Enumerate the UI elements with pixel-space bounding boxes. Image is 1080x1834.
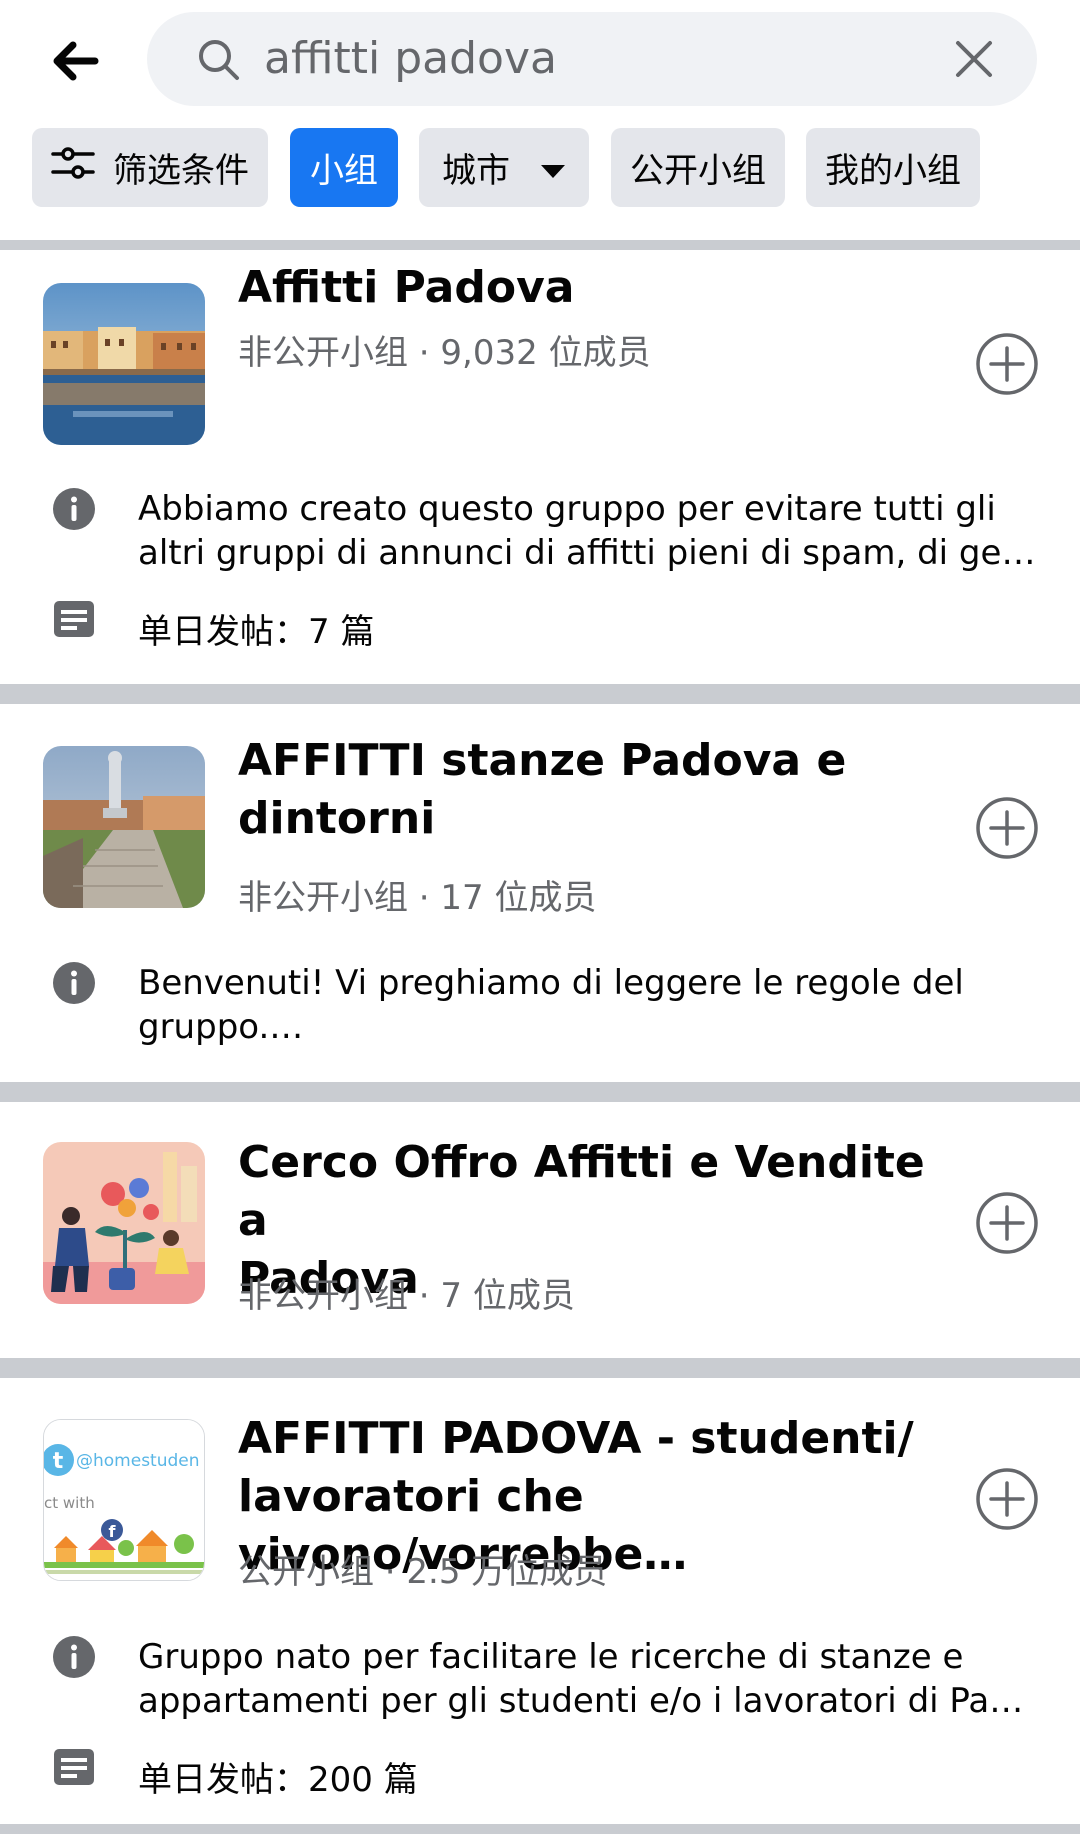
chip-city-label: 城市 xyxy=(442,151,510,191)
chip-my-groups[interactable]: 我的小组 xyxy=(806,128,980,207)
thumb-text: @homestuden xyxy=(76,1451,200,1471)
group-result[interactable]: Cerco Offro Affitti e Vendite a Padova 非… xyxy=(0,1102,1080,1358)
plus-circle-icon[interactable] xyxy=(975,1467,1039,1531)
thumb-text: ct with xyxy=(44,1494,95,1512)
info-icon xyxy=(53,1636,95,1678)
group-cover-image xyxy=(43,746,205,908)
group-title-line: AFFITTI stanze Padova e xyxy=(238,735,847,786)
group-description: Abbiamo creato questo gruppo per evitare… xyxy=(138,487,1038,575)
group-meta: 公开小组 · 2.5 万位成员 xyxy=(238,1552,608,1592)
post-icon xyxy=(54,1749,94,1785)
svg-text:f: f xyxy=(109,1522,117,1541)
post-icon xyxy=(54,601,94,637)
group-title-line: AFFITTI PADOVA - studenti/ xyxy=(238,1413,914,1464)
group-result[interactable]: Affitti Padova 非公开小组 · 9,032 位成员 Abbiamo… xyxy=(0,250,1080,684)
chip-public-label: 公开小组 xyxy=(630,151,766,191)
chip-my-label: 我的小组 xyxy=(825,151,961,191)
posts-per-day: 单日发帖：7 篇 xyxy=(138,612,375,652)
group-description: Benvenuti! Vi preghiamo di leggere le re… xyxy=(138,961,1038,1049)
group-cover-image xyxy=(43,283,205,445)
chip-public-groups[interactable]: 公开小组 xyxy=(611,128,785,207)
chip-city[interactable]: 城市 xyxy=(419,128,589,207)
divider xyxy=(0,1358,1080,1378)
info-icon xyxy=(53,488,95,530)
group-meta: 非公开小组 · 9,032 位成员 xyxy=(238,333,651,373)
group-result[interactable]: AFFITTI stanze Padova e dintorni 非公开小组 ·… xyxy=(0,704,1080,1082)
divider xyxy=(0,240,1080,250)
chip-groups[interactable]: 小组 xyxy=(290,128,398,207)
group-cover-image xyxy=(43,1142,205,1304)
group-description: Gruppo nato per facilitare le ricerche d… xyxy=(138,1635,1038,1723)
filter-button[interactable]: 筛选条件 xyxy=(32,128,268,207)
description-line: appartamenti per gli studenti e/o i lavo… xyxy=(138,1681,1038,1721)
caret-down-icon xyxy=(540,148,566,188)
close-icon[interactable] xyxy=(951,36,997,82)
back-button[interactable] xyxy=(40,28,110,94)
group-title-line: Cerco Offro Affitti e Vendite a xyxy=(238,1137,925,1246)
description-line: Gruppo nato per facilitare le ricerche d… xyxy=(138,1637,964,1677)
group-cover-image: t @homestuden ct with f xyxy=(43,1419,205,1581)
filter-sliders-icon xyxy=(51,146,95,189)
posts-per-day: 单日发帖：200 篇 xyxy=(138,1760,418,1800)
divider xyxy=(0,1824,1080,1834)
group-meta: 非公开小组 · 17 位成员 xyxy=(238,878,597,918)
description-line: gruppo.… xyxy=(138,1007,304,1047)
chip-groups-label: 小组 xyxy=(310,151,378,191)
group-meta: 非公开小组 · 7 位成员 xyxy=(238,1276,575,1316)
back-arrow-icon xyxy=(53,41,99,81)
filter-label: 筛选条件 xyxy=(113,151,249,191)
description-line: altri gruppi di annunci di affitti pieni… xyxy=(138,533,1038,573)
divider xyxy=(0,1082,1080,1102)
description-line: Abbiamo creato questo gruppo per evitare… xyxy=(138,489,996,529)
group-title[interactable]: AFFITTI stanze Padova e dintorni xyxy=(238,732,938,848)
plus-circle-icon[interactable] xyxy=(975,332,1039,396)
group-result[interactable]: t @homestuden ct with f AFFITTI PADOVA -… xyxy=(0,1378,1080,1824)
group-title[interactable]: Affitti Padova xyxy=(238,263,938,313)
search-icon xyxy=(199,40,239,80)
search-query: affitti padova xyxy=(264,33,557,84)
divider xyxy=(0,684,1080,704)
svg-text:t: t xyxy=(53,1449,64,1474)
description-line: Benvenuti! Vi preghiamo di leggere le re… xyxy=(138,963,964,1003)
plus-circle-icon[interactable] xyxy=(975,796,1039,860)
plus-circle-icon[interactable] xyxy=(975,1191,1039,1255)
search-input[interactable]: affitti padova xyxy=(147,12,1037,106)
group-title-line: dintorni xyxy=(238,793,436,844)
info-icon xyxy=(53,962,95,1004)
search-header: affitti padova 筛选条件 小组 城市 公开小组 我的小组 xyxy=(0,0,1080,240)
